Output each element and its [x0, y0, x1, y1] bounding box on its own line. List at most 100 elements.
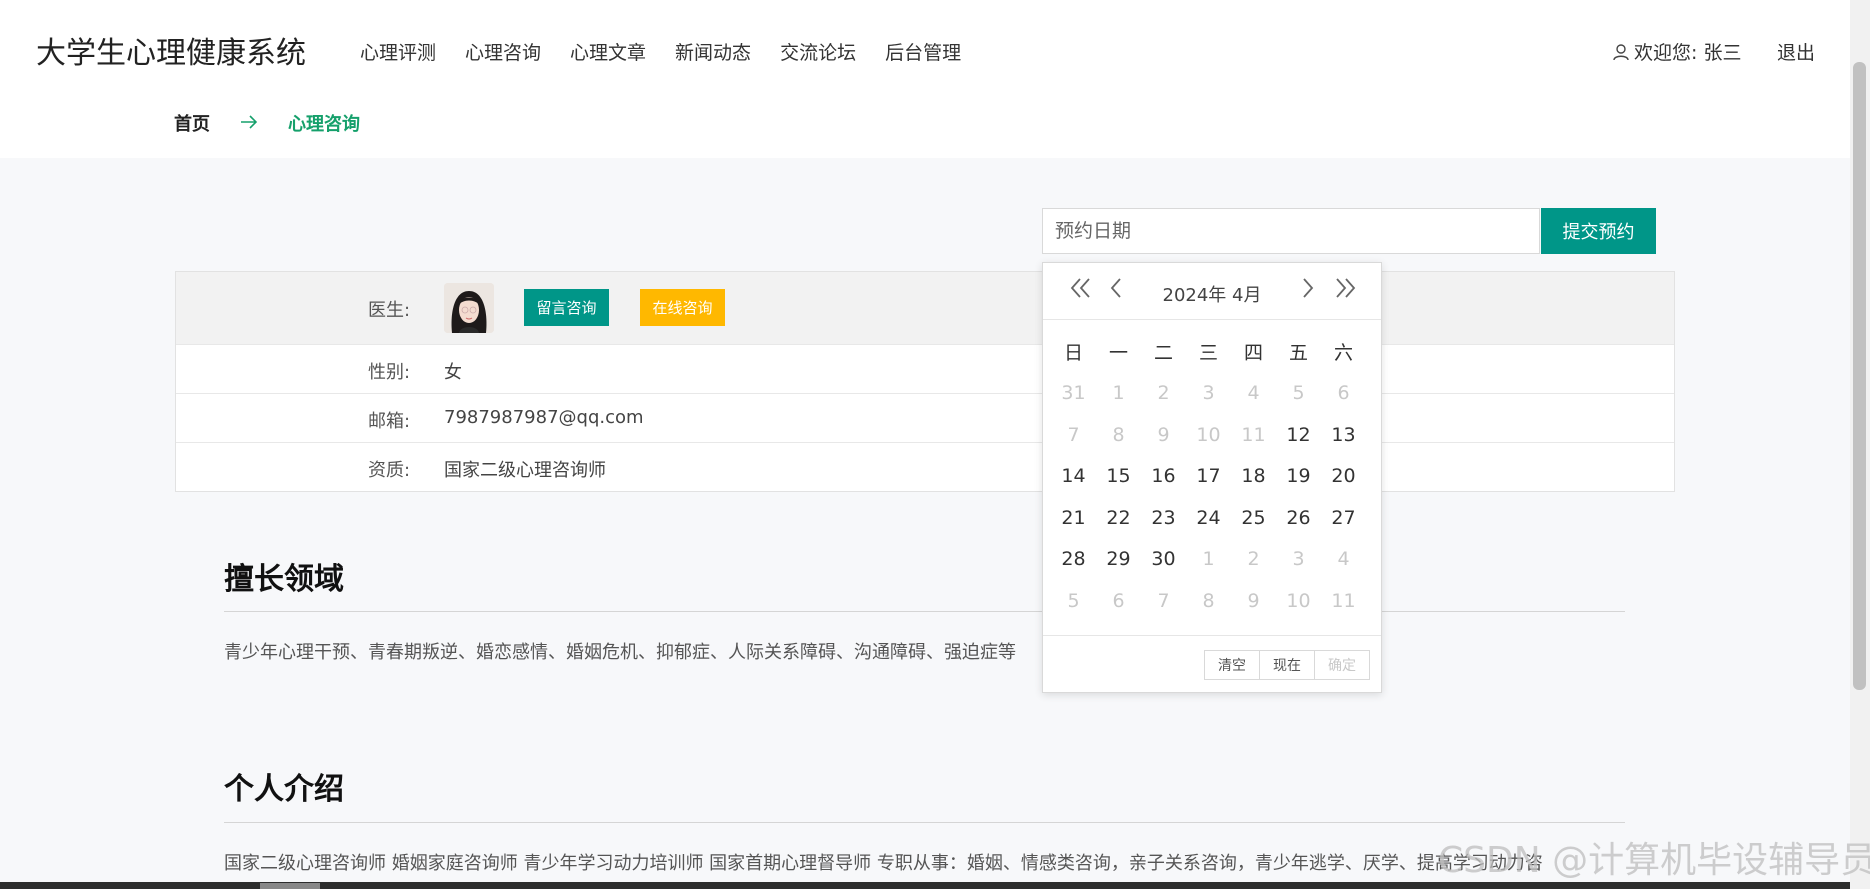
calendar-week-row: 28 29 30 1 2 3 4 [1051, 539, 1373, 581]
calendar-day: 1 [1112, 382, 1125, 405]
weekday-label: 日 [1063, 342, 1083, 365]
calendar-confirm-button[interactable]: 确定 [1314, 650, 1370, 680]
calendar-week-row: 21 22 23 24 25 26 27 [1051, 497, 1373, 539]
calendar-week-row: 5 6 7 8 9 10 11 [1051, 580, 1373, 622]
calendar-day: 10 [1286, 589, 1311, 612]
qualification-row: 资质: 国家二级心理咨询师 [176, 442, 1674, 491]
email-value: 7987987987@qq.com [444, 407, 644, 428]
site-brand[interactable]: 大学生心理健康系统 [36, 28, 306, 72]
calendar-day: 8 [1202, 589, 1215, 612]
submit-appointment-button[interactable]: 提交预约 [1541, 208, 1656, 254]
breadcrumb-current: 心理咨询 [288, 114, 360, 135]
weekday-label: 四 [1243, 342, 1263, 365]
arrow-right-icon [240, 113, 258, 134]
calendar-day[interactable]: 18 [1231, 465, 1276, 487]
breadcrumb: 首页 心理咨询 [174, 110, 360, 136]
calendar-day[interactable]: 22 [1096, 507, 1141, 529]
online-consult-button[interactable]: 在线咨询 [640, 289, 725, 326]
top-header: 大学生心理健康系统 心理评测 心理咨询 心理文章 新闻动态 交流论坛 后台管理 … [0, 0, 1850, 100]
calendar-day[interactable]: 29 [1096, 548, 1141, 570]
calendar-day[interactable]: 14 [1051, 465, 1096, 487]
calendar-day[interactable]: 28 [1051, 548, 1096, 570]
nav-item-admin[interactable]: 后台管理 [885, 38, 961, 65]
calendar-day[interactable]: 21 [1051, 507, 1096, 529]
calendar-day: 7 [1067, 423, 1080, 446]
calendar-day[interactable]: 16 [1141, 465, 1186, 487]
calendar-day[interactable]: 15 [1096, 465, 1141, 487]
qualification-label: 资质: [368, 460, 411, 481]
main-nav: 心理评测 心理咨询 心理文章 新闻动态 交流论坛 后台管理 [360, 38, 990, 65]
calendar-day[interactable]: 13 [1321, 424, 1366, 446]
calendar-day[interactable]: 25 [1231, 507, 1276, 529]
gender-label: 性别: [368, 362, 411, 383]
weekday-label: 五 [1288, 342, 1308, 365]
calendar-day: 11 [1331, 589, 1356, 612]
calendar-day[interactable]: 24 [1186, 507, 1231, 529]
weekday-label: 一 [1108, 342, 1128, 365]
calendar-day: 10 [1196, 423, 1221, 446]
calendar-day: 2 [1157, 382, 1170, 405]
calendar-weekday-row: 日 一 二 三 四 五 六 [1051, 331, 1373, 373]
message-consult-button[interactable]: 留言咨询 [524, 289, 609, 326]
calendar-day: 9 [1157, 423, 1170, 446]
calendar-grid: 日 一 二 三 四 五 六 31 1 2 3 4 5 6 7 8 9 10 11 12 13 14 15 16 1… [1051, 331, 1373, 622]
date-picker-header: 2024年 4月 [1043, 263, 1381, 320]
appointment-date-input[interactable] [1042, 208, 1540, 254]
next-year-icon[interactable] [1333, 277, 1357, 305]
user-welcome-text: 欢迎您: 张三 [1634, 42, 1742, 64]
doctor-info-table: 医生: 留言咨询 在线咨询 性别: 女 邮箱: 7987987987@qq.co… [175, 271, 1675, 492]
intro-title: 个人介绍 [224, 772, 344, 807]
calendar-week-row: 31 1 2 3 4 5 6 [1051, 373, 1373, 415]
weekday-label: 二 [1153, 342, 1173, 365]
calendar-day[interactable]: 20 [1321, 465, 1366, 487]
calendar-day: 3 [1202, 382, 1215, 405]
user-welcome[interactable]: 欢迎您: 张三 [1612, 38, 1741, 65]
calendar-day[interactable]: 30 [1141, 548, 1186, 570]
next-month-icon[interactable] [1301, 277, 1315, 305]
calendar-clear-button[interactable]: 清空 [1204, 650, 1260, 680]
horizontal-scroll-thumb[interactable] [260, 883, 320, 889]
calendar-day: 5 [1067, 589, 1080, 612]
calendar-day: 9 [1247, 589, 1260, 612]
calendar-day[interactable]: 17 [1186, 465, 1231, 487]
calendar-day[interactable]: 26 [1276, 507, 1321, 529]
date-picker-footer: 清空 现在 确定 [1043, 635, 1381, 694]
watermark-text: CSDN @计算机毕设辅导员 [1438, 840, 1870, 881]
qualification-value: 国家二级心理咨询师 [444, 460, 606, 481]
calendar-day: 6 [1337, 382, 1350, 405]
calendar-day[interactable]: 12 [1276, 424, 1321, 446]
calendar-day: 6 [1112, 589, 1125, 612]
calendar-day[interactable]: 27 [1321, 507, 1366, 529]
calendar-day: 8 [1112, 423, 1125, 446]
calendar-now-button[interactable]: 现在 [1259, 650, 1315, 680]
calendar-day: 4 [1337, 548, 1350, 571]
nav-item-consultation[interactable]: 心理咨询 [465, 38, 541, 65]
calendar-day[interactable]: 23 [1141, 507, 1186, 529]
doctor-row: 医生: 留言咨询 在线咨询 [176, 272, 1674, 344]
calendar-day[interactable]: 19 [1276, 465, 1321, 487]
specialty-divider [224, 611, 1625, 612]
logout-link[interactable]: 退出 [1777, 38, 1815, 65]
calendar-day: 5 [1292, 382, 1305, 405]
calendar-day: 7 [1157, 589, 1170, 612]
doctor-label: 医生: [368, 300, 411, 321]
nav-item-forum[interactable]: 交流论坛 [780, 38, 856, 65]
nav-item-news[interactable]: 新闻动态 [675, 38, 751, 65]
breadcrumb-home[interactable]: 首页 [174, 110, 210, 136]
nav-item-assessment[interactable]: 心理评测 [360, 38, 436, 65]
gender-row: 性别: 女 [176, 344, 1674, 393]
email-label: 邮箱: [368, 411, 411, 432]
calendar-year-month[interactable]: 2024年 4月 [1043, 281, 1381, 307]
vertical-scroll-thumb[interactable] [1853, 62, 1866, 690]
calendar-day: 1 [1202, 548, 1215, 571]
weekday-label: 六 [1333, 342, 1353, 365]
intro-divider [224, 822, 1625, 823]
calendar-day: 4 [1247, 382, 1260, 405]
doctor-avatar [444, 283, 494, 333]
intro-text: 国家二级心理咨询师 婚姻家庭咨询师 青少年学习动力培训师 国家首期心理督导师 专… [224, 853, 1543, 874]
specialty-text: 青少年心理干预、青春期叛逆、婚恋感情、婚姻危机、抑郁症、人际关系障碍、沟通障碍、… [224, 642, 1016, 663]
calendar-day: 31 [1061, 382, 1086, 405]
nav-item-articles[interactable]: 心理文章 [570, 38, 646, 65]
email-row: 邮箱: 7987987987@qq.com [176, 393, 1674, 442]
calendar-week-row: 7 8 9 10 11 12 13 [1051, 414, 1373, 456]
